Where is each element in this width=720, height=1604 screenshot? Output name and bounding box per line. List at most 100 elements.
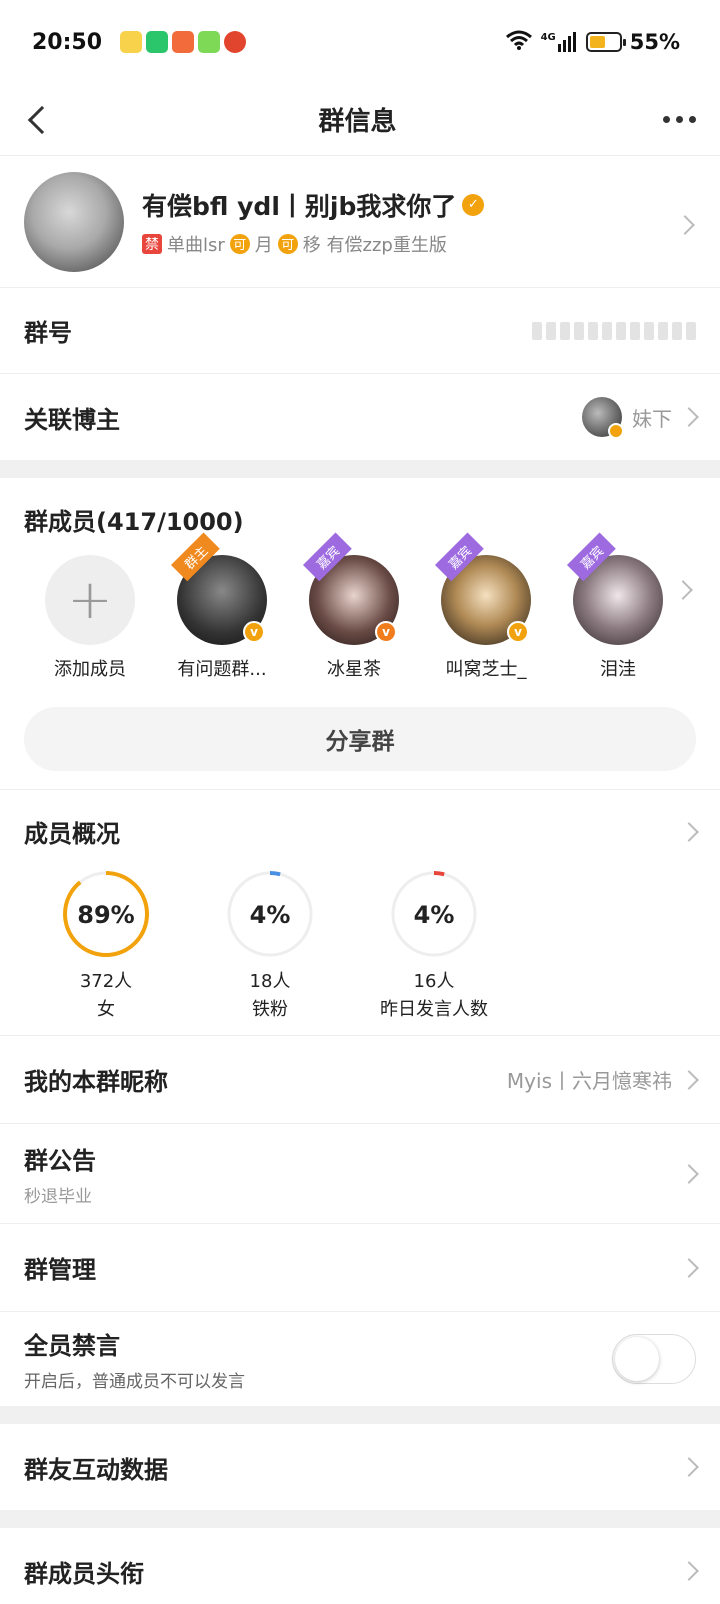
linked-blogger-name: 妹下 xyxy=(632,406,672,431)
stat-count: 372人 xyxy=(79,971,133,992)
status-time: 20:50 xyxy=(32,29,103,55)
weibo-icon xyxy=(120,31,143,53)
member-item[interactable]: 嘉宾 v 冰星茶 xyxy=(288,532,420,681)
blogger-avatar xyxy=(582,397,624,439)
member-label: 添加成员 xyxy=(54,659,126,680)
verified-badge-icon: ✓ xyxy=(462,193,485,216)
chevron-right-icon xyxy=(679,1069,699,1090)
progress-ring: 89% xyxy=(63,871,149,957)
group-tag-text-2: 月 xyxy=(254,234,273,256)
member-avatar: 嘉宾 xyxy=(567,532,663,645)
nickname-label: 我的本群昵称 xyxy=(24,1068,168,1096)
share-group-button[interactable]: 分享群 xyxy=(24,707,696,771)
overview-stats: 89% 372人 女 4% 18人 铁粉 4% 16人 昨日发言人数 xyxy=(24,869,696,1021)
member-avatar: 嘉宾 v xyxy=(303,532,399,645)
chevron-right-icon xyxy=(679,1457,699,1477)
guest-ribbon: 嘉宾 xyxy=(303,532,352,582)
progress-ring: 4% xyxy=(227,871,313,957)
linked-blogger-row[interactable]: 关联博主 妹下 xyxy=(0,374,720,460)
member-overview[interactable]: 成员概况 89% 372人 女 4% 18人 铁粉 4% 16人 昨日发言人数 xyxy=(0,790,720,1036)
chevron-right-icon xyxy=(679,1561,699,1581)
mute-all-toggle[interactable] xyxy=(612,1334,696,1384)
verified-badge-icon: v xyxy=(507,621,529,643)
member-item[interactable]: 群主 v 有问题群... xyxy=(156,532,288,681)
stat-item: 4% 16人 昨日发言人数 xyxy=(352,869,516,1021)
section-divider xyxy=(0,1510,720,1528)
signal-icon: 4G xyxy=(541,32,578,52)
stat-label: 铁粉 xyxy=(252,999,288,1020)
group-id-row[interactable]: 群号 xyxy=(0,288,720,374)
group-tag-text-3: 移 有偿zzp重生版 xyxy=(302,234,447,256)
overview-title: 成员概况 xyxy=(24,820,120,848)
progress-ring: 4% xyxy=(391,871,477,957)
chevron-right-icon xyxy=(679,1163,699,1184)
member-avatar: 嘉宾 v xyxy=(435,532,531,645)
status-bar: 20:50 4G 55% xyxy=(0,0,720,84)
nickname-value: Myis丨六月憶寒祎 xyxy=(506,1069,672,1093)
group-id-label: 群号 xyxy=(24,319,72,347)
members-section: 群成员(417/1000) + 添加成员 群主 v 有问题群... 嘉宾 v 冰… xyxy=(0,478,720,790)
mute-label: 全员禁言 xyxy=(24,1332,120,1360)
toggle-knob xyxy=(615,1337,659,1381)
wechat-icon xyxy=(146,31,169,53)
group-header[interactable]: 有偿bfl ydl丨别jb我求你了 ✓ 禁 单曲lsr 可 月 可 移 有偿zz… xyxy=(0,156,720,288)
verified-badge-icon: v xyxy=(375,621,397,643)
app-icon xyxy=(172,31,195,53)
network-type: 4G xyxy=(540,32,556,43)
stat-item: 89% 372人 女 xyxy=(24,869,188,1021)
owner-ribbon: 群主 xyxy=(171,532,220,582)
page-title: 群信息 xyxy=(318,107,397,137)
wifi-icon xyxy=(505,29,533,56)
tag-k-2: 可 xyxy=(277,233,298,254)
battery-percent: 55% xyxy=(629,30,680,54)
car-icon xyxy=(224,31,247,53)
member-label: 有问题群... xyxy=(177,659,267,680)
stat-label: 昨日发言人数 xyxy=(380,999,488,1020)
linked-blogger-label: 关联博主 xyxy=(24,405,120,434)
interaction-data-row[interactable]: 群友互动数据 xyxy=(0,1424,720,1510)
nav-bar: 群信息 xyxy=(0,84,720,156)
group-tags: 禁 单曲lsr 可 月 可 移 有偿zzp重生版 xyxy=(142,231,696,257)
member-titles-row[interactable]: 群成员头衔 xyxy=(0,1528,720,1604)
group-name: 有偿bfl ydl丨别jb我求你了 xyxy=(142,191,457,221)
guest-ribbon: 嘉宾 xyxy=(567,532,616,582)
section-divider xyxy=(0,460,720,478)
stat-percent: 4% xyxy=(414,901,455,929)
video-icon xyxy=(198,31,221,53)
notice-row[interactable]: 群公告 秒退毕业 xyxy=(0,1124,720,1224)
member-list: + 添加成员 群主 v 有问题群... 嘉宾 v 冰星茶 嘉宾 v 叫窝芝士_ xyxy=(24,532,696,681)
member-titles-label: 群成员头衔 xyxy=(24,1559,144,1588)
battery-icon xyxy=(585,32,626,52)
manage-row[interactable]: 群管理 xyxy=(0,1224,720,1312)
chevron-right-icon xyxy=(679,1257,699,1278)
nickname-row[interactable]: 我的本群昵称 Myis丨六月憶寒祎 xyxy=(0,1036,720,1124)
group-avatar xyxy=(24,171,124,272)
member-avatar: 群主 v xyxy=(171,532,267,645)
stat-label: 女 xyxy=(97,999,115,1020)
manage-label: 群管理 xyxy=(24,1256,96,1284)
stat-count: 18人 xyxy=(249,971,291,992)
members-title: 群成员(417/1000) xyxy=(24,508,244,536)
tag-k-1: 可 xyxy=(229,233,250,254)
stat-percent: 89% xyxy=(77,901,134,929)
plus-icon: + xyxy=(45,555,135,645)
member-label: 冰星茶 xyxy=(327,659,381,680)
mute-sub: 开启后，普通成员不可以发言 xyxy=(24,1372,245,1392)
mute-all-row: 全员禁言 开启后，普通成员不可以发言 xyxy=(0,1312,720,1406)
stat-item: 4% 18人 铁粉 xyxy=(188,869,352,1021)
member-item[interactable]: 嘉宾 泪洼 xyxy=(552,532,684,681)
member-item[interactable]: 嘉宾 v 叫窝芝士_ xyxy=(420,532,552,681)
interaction-label: 群友互动数据 xyxy=(24,1455,168,1484)
member-label: 泪洼 xyxy=(600,659,636,680)
stat-percent: 4% xyxy=(250,901,291,929)
add-member-button[interactable]: + 添加成员 xyxy=(24,555,156,681)
notice-sub: 秒退毕业 xyxy=(24,1186,92,1207)
notice-label: 群公告 xyxy=(24,1146,96,1175)
verified-badge-icon: v xyxy=(243,621,265,643)
stat-count: 16人 xyxy=(413,971,455,992)
back-icon[interactable] xyxy=(27,105,57,134)
group-tag-text-1: 单曲lsr xyxy=(167,234,225,256)
guest-ribbon: 嘉宾 xyxy=(435,532,484,582)
notification-icons xyxy=(120,31,247,53)
more-icon[interactable] xyxy=(662,116,696,123)
